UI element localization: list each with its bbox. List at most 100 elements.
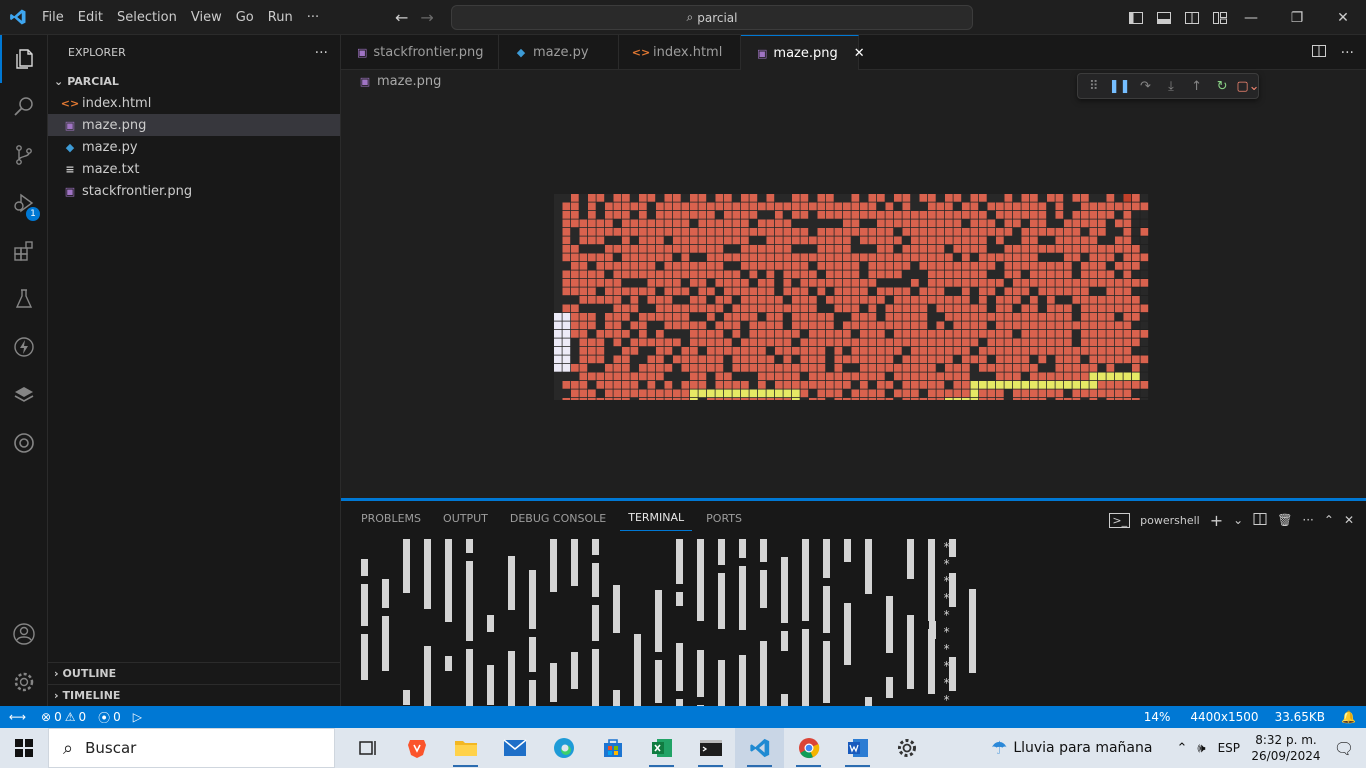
editor-tab[interactable]: ▣ maze.png ✕ xyxy=(741,35,865,70)
problems-status[interactable]: ⊗ 0 ⚠ 0 xyxy=(35,710,92,724)
menu-selection[interactable]: Selection xyxy=(110,0,184,35)
restore-icon[interactable]: ❐ xyxy=(1274,0,1320,35)
more-actions-icon[interactable]: ··· xyxy=(1341,45,1354,61)
source-control-icon[interactable] xyxy=(0,131,48,179)
drag-handle-icon[interactable]: ⠿ xyxy=(1084,76,1104,96)
breadcrumb-file[interactable]: maze.png xyxy=(377,74,441,89)
editor-tab[interactable]: <> index.html xyxy=(619,35,741,70)
run-and-debug-icon[interactable]: 1 xyxy=(0,179,48,227)
clock[interactable]: 8:32 p. m. 26/09/2024 xyxy=(1250,732,1322,764)
file-item[interactable]: <> index.html xyxy=(48,92,340,114)
panel-tab-ports[interactable]: PORTS xyxy=(698,509,750,531)
task-view-icon[interactable] xyxy=(343,728,392,768)
file-item[interactable]: ≡ maze.txt xyxy=(48,158,340,180)
new-terminal-icon[interactable]: + xyxy=(1210,511,1223,530)
step-out-icon[interactable]: ↑ xyxy=(1187,76,1207,96)
chevron-down-icon[interactable]: ⌄ xyxy=(1233,513,1243,527)
command-center-search[interactable]: ⌕ parcial xyxy=(451,5,973,30)
editor-tab[interactable]: ◆ maze.py xyxy=(499,35,619,70)
mail-icon[interactable] xyxy=(490,728,539,768)
split-terminal-icon[interactable] xyxy=(1253,512,1267,529)
word-icon[interactable] xyxy=(833,728,882,768)
remote-target-icon[interactable] xyxy=(0,419,48,467)
weather-text: Lluvia para mañana xyxy=(1013,740,1153,756)
menu-run[interactable]: Run xyxy=(261,0,300,35)
toggle-panel-icon[interactable] xyxy=(1154,8,1174,28)
terminal-star: * xyxy=(943,625,950,639)
trash-icon[interactable]: 🗑 xyxy=(1277,513,1292,527)
notifications-icon[interactable]: 🔔 xyxy=(1335,710,1366,724)
file-item[interactable]: ▣ stackfrontier.png xyxy=(48,180,340,202)
toggle-secondary-sidebar-icon[interactable] xyxy=(1182,8,1202,28)
terminal-app-icon[interactable] xyxy=(686,728,735,768)
manage-gear-icon[interactable] xyxy=(0,658,48,706)
excel-icon[interactable] xyxy=(637,728,686,768)
search-view-icon[interactable] xyxy=(0,83,48,131)
timeline-section[interactable]: › TIMELINE xyxy=(48,684,341,706)
zoom-status[interactable]: 14% xyxy=(1138,710,1185,724)
forward-arrow-icon[interactable]: → xyxy=(420,8,433,27)
outline-section[interactable]: › OUTLINE xyxy=(48,662,341,684)
chevron-up-icon[interactable]: ⌃ xyxy=(1176,741,1187,756)
weather-widget[interactable]: ☂ Lluvia para mañana xyxy=(991,738,1152,759)
pause-icon[interactable]: ❚❚ xyxy=(1109,76,1131,96)
menu-edit[interactable]: Edit xyxy=(71,0,110,35)
notification-center-icon[interactable]: 🗨 xyxy=(1322,739,1366,758)
search-icon: ⌕ xyxy=(686,10,694,24)
back-arrow-icon[interactable]: ← xyxy=(395,8,408,27)
tab-label: maze.png xyxy=(773,45,838,61)
terminal-star: * xyxy=(943,608,950,622)
chevron-down-icon: ⌄ xyxy=(54,74,64,88)
menu-file[interactable]: File xyxy=(35,0,71,35)
windows-start-icon[interactable] xyxy=(0,728,48,768)
panel-tab-problems[interactable]: PROBLEMS xyxy=(353,509,429,531)
testing-icon[interactable] xyxy=(0,275,48,323)
split-editor-icon[interactable] xyxy=(1311,43,1327,63)
editor-tab[interactable]: ▣ stackfrontier.png xyxy=(341,35,499,70)
layers-icon[interactable] xyxy=(0,371,48,419)
broadcast-icon: ⦿ xyxy=(98,710,111,725)
step-over-icon[interactable]: ↷ xyxy=(1136,76,1156,96)
panel-tab-debug-console[interactable]: DEBUG CONSOLE xyxy=(502,509,614,531)
terminal-shell-name[interactable]: powershell xyxy=(1140,514,1200,527)
debug-status-icon[interactable]: ▷ xyxy=(127,710,148,724)
explorer-icon[interactable] xyxy=(0,35,48,83)
chrome-browser-icon[interactable] xyxy=(784,728,833,768)
close-tab-icon[interactable]: ✕ xyxy=(854,46,865,61)
panel-tab-output[interactable]: OUTPUT xyxy=(435,509,496,531)
extensions-icon[interactable] xyxy=(0,227,48,275)
file-item[interactable]: ▣ maze.png xyxy=(48,114,340,136)
remote-indicator-icon[interactable]: ⟷ xyxy=(0,706,35,728)
close-panel-icon[interactable]: ✕ xyxy=(1344,513,1354,527)
file-explorer-icon[interactable] xyxy=(441,728,490,768)
settings-gear-icon[interactable] xyxy=(882,728,931,768)
speaker-icon[interactable]: 🕪 xyxy=(1197,741,1205,756)
customize-layout-icon[interactable] xyxy=(1210,8,1230,28)
explorer-more-button[interactable]: ··· xyxy=(315,45,328,61)
menu-go[interactable]: Go xyxy=(229,0,261,35)
ports-status[interactable]: ⦿ 0 xyxy=(92,709,127,726)
accounts-icon[interactable] xyxy=(0,610,48,658)
edge-browser-icon[interactable] xyxy=(539,728,588,768)
language-indicator[interactable]: ESP xyxy=(1218,741,1240,755)
panel-more-icon[interactable]: ··· xyxy=(1302,513,1313,527)
stop-icon[interactable]: ▢⌄ xyxy=(1236,76,1259,96)
step-into-icon[interactable]: ⤓ xyxy=(1161,76,1181,96)
vscode-app-icon[interactable] xyxy=(735,728,784,768)
panel-tab-terminal[interactable]: TERMINAL xyxy=(620,509,693,531)
clock-time: 8:32 p. m. xyxy=(1255,733,1317,747)
toggle-primary-sidebar-icon[interactable] xyxy=(1126,8,1146,28)
taskbar-search[interactable]: ⌕ Buscar xyxy=(48,728,335,768)
menu-more[interactable]: ··· xyxy=(300,0,326,35)
menu-view[interactable]: View xyxy=(184,0,229,35)
brave-browser-icon[interactable] xyxy=(392,728,441,768)
maximize-panel-icon[interactable]: ⌃ xyxy=(1324,513,1334,527)
lightning-icon[interactable] xyxy=(0,323,48,371)
terminal-output[interactable]: * * * * * * * * * * xyxy=(355,539,1355,713)
minimize-icon[interactable]: — xyxy=(1228,0,1274,35)
folder-parcial[interactable]: ⌄ PARCIAL xyxy=(48,70,340,92)
file-item[interactable]: ◆ maze.py xyxy=(48,136,340,158)
restart-icon[interactable]: ↻ xyxy=(1212,76,1232,96)
store-icon[interactable] xyxy=(588,728,637,768)
close-window-icon[interactable]: ✕ xyxy=(1320,0,1366,35)
